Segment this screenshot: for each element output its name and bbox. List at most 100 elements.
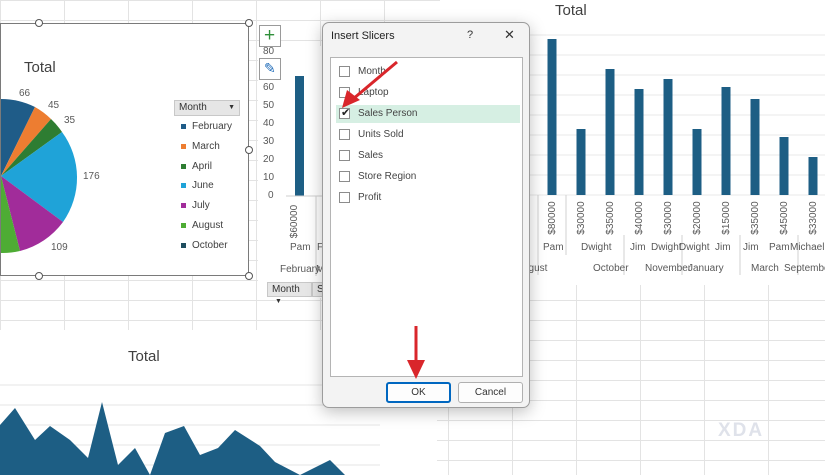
pie-data-label: 109: [51, 242, 68, 253]
pie-data-label: 66: [19, 88, 31, 99]
field-list[interactable]: Month Laptop ✔ Sales Person Units Sold S…: [330, 57, 523, 377]
pie-chart[interactable]: Total 66 45 35 176 109 Month ▼ February …: [0, 23, 249, 276]
field-item-sales[interactable]: Sales: [336, 147, 520, 165]
middle-x-tick: $60000: [289, 204, 301, 239]
x-tick-label: $80000: [547, 201, 558, 235]
legend-item: June: [181, 180, 214, 191]
legend-label: February: [192, 121, 233, 132]
resize-handle[interactable]: [245, 146, 253, 154]
field-item-sales-person[interactable]: ✔ Sales Person: [336, 105, 520, 123]
field-item-laptop[interactable]: Laptop: [336, 84, 520, 102]
x-tick-label: $20000: [692, 201, 703, 235]
right-person-label: Michael: [790, 242, 825, 253]
dropdown-arrow-icon: ▼: [228, 104, 235, 111]
field-label: Sales: [358, 150, 384, 161]
right-person-label: Jim: [743, 242, 759, 253]
field-item-month[interactable]: Month: [336, 63, 520, 81]
checkbox[interactable]: [339, 150, 350, 161]
bar: [663, 79, 673, 195]
legend-item: February: [181, 121, 232, 132]
bar: [779, 137, 789, 195]
legend-label: June: [192, 180, 214, 191]
bar: [547, 39, 557, 195]
right-person-label: Dwight: [679, 242, 710, 253]
pie-data-label: 176: [83, 171, 100, 182]
field-label: Month: [358, 66, 386, 77]
legend-month-filter[interactable]: Month ▼: [174, 100, 240, 116]
bar: [721, 87, 731, 195]
legend-item: August: [181, 220, 223, 231]
field-label: Sales Person: [358, 108, 418, 119]
legend-label: April: [192, 161, 213, 172]
right-month-label: March: [751, 263, 779, 274]
middle-month-label: February: [280, 264, 321, 275]
pie-data-label: 35: [64, 115, 76, 126]
checkbox[interactable]: [339, 171, 350, 182]
bar: [750, 99, 760, 195]
ok-button[interactable]: OK: [386, 382, 451, 403]
legend-swatch: [181, 143, 186, 149]
field-label: Laptop: [358, 87, 389, 98]
field-item-units-sold[interactable]: Units Sold: [336, 126, 520, 144]
close-icon[interactable]: ✕: [504, 27, 515, 43]
checkbox[interactable]: [339, 87, 350, 98]
legend-swatch: [181, 182, 186, 188]
legend-swatch: [181, 202, 186, 208]
legend-item: March: [181, 141, 220, 152]
middle-chart-plot: [286, 76, 324, 276]
plus-icon: +: [264, 25, 276, 46]
checkbox[interactable]: [339, 129, 350, 140]
chart-styles-button[interactable]: ✎: [259, 58, 281, 80]
resize-handle[interactable]: [35, 19, 43, 27]
right-person-label: Pam: [769, 242, 790, 253]
check-icon: ✔: [341, 107, 351, 119]
help-icon[interactable]: ?: [467, 29, 473, 41]
x-tick-label: $35000: [605, 201, 616, 235]
x-tick-label: $30000: [576, 201, 587, 235]
legend-swatch: [181, 163, 186, 169]
middle-person-label: Pam: [290, 242, 311, 253]
bar: [808, 157, 818, 195]
month-field-label: Month: [272, 284, 300, 295]
month-field-button[interactable]: Month ▼: [267, 282, 312, 305]
right-person-label: Pam: [543, 242, 564, 253]
legend-label: October: [192, 240, 228, 251]
right-person-label: Dwight: [651, 242, 682, 253]
right-person-label: Jim: [715, 242, 731, 253]
legend-item: April: [181, 161, 212, 172]
legend-label: July: [192, 200, 210, 211]
pie-data-label: 45: [48, 100, 60, 111]
dropdown-arrow-icon: ▼: [275, 298, 282, 305]
legend-header-label: Month: [179, 102, 207, 113]
x-tick-label: $15000: [721, 201, 732, 235]
checkbox-checked[interactable]: ✔: [339, 107, 351, 119]
insert-slicers-dialog[interactable]: Insert Slicers ? ✕ Month Laptop ✔ Sales …: [322, 22, 530, 408]
legend-swatch: [181, 242, 186, 248]
field-item-store-region[interactable]: Store Region: [336, 168, 520, 186]
right-month-label: January: [688, 263, 724, 274]
checkbox[interactable]: [339, 192, 350, 203]
middle-bar-chart[interactable]: 80 70 60 50 40 30 20 10 0 $60000 Pam F F…: [258, 46, 329, 305]
field-item-profit[interactable]: Profit: [336, 189, 520, 207]
resize-handle[interactable]: [245, 19, 253, 27]
bar: [692, 129, 702, 195]
right-person-label: Dwight: [581, 242, 612, 253]
resize-handle[interactable]: [245, 272, 253, 280]
chart-elements-button[interactable]: +: [259, 25, 281, 47]
bar: [634, 89, 644, 195]
cancel-button[interactable]: Cancel: [458, 382, 523, 403]
area-series: [0, 402, 345, 475]
x-tick-label: $33000: [808, 201, 819, 235]
checkbox[interactable]: [339, 66, 350, 77]
resize-handle[interactable]: [35, 272, 43, 280]
legend-label: August: [192, 220, 224, 231]
field-label: Profit: [358, 192, 382, 203]
x-tick-label: $35000: [750, 201, 761, 235]
xda-logo: XDA: [718, 420, 765, 441]
legend-item: July: [181, 200, 210, 211]
legend-swatch: [181, 222, 186, 228]
right-month-label: November: [645, 263, 692, 274]
field-label: Units Sold: [358, 129, 404, 140]
right-month-label: October: [593, 263, 629, 274]
right-month-label: September: [784, 263, 825, 274]
